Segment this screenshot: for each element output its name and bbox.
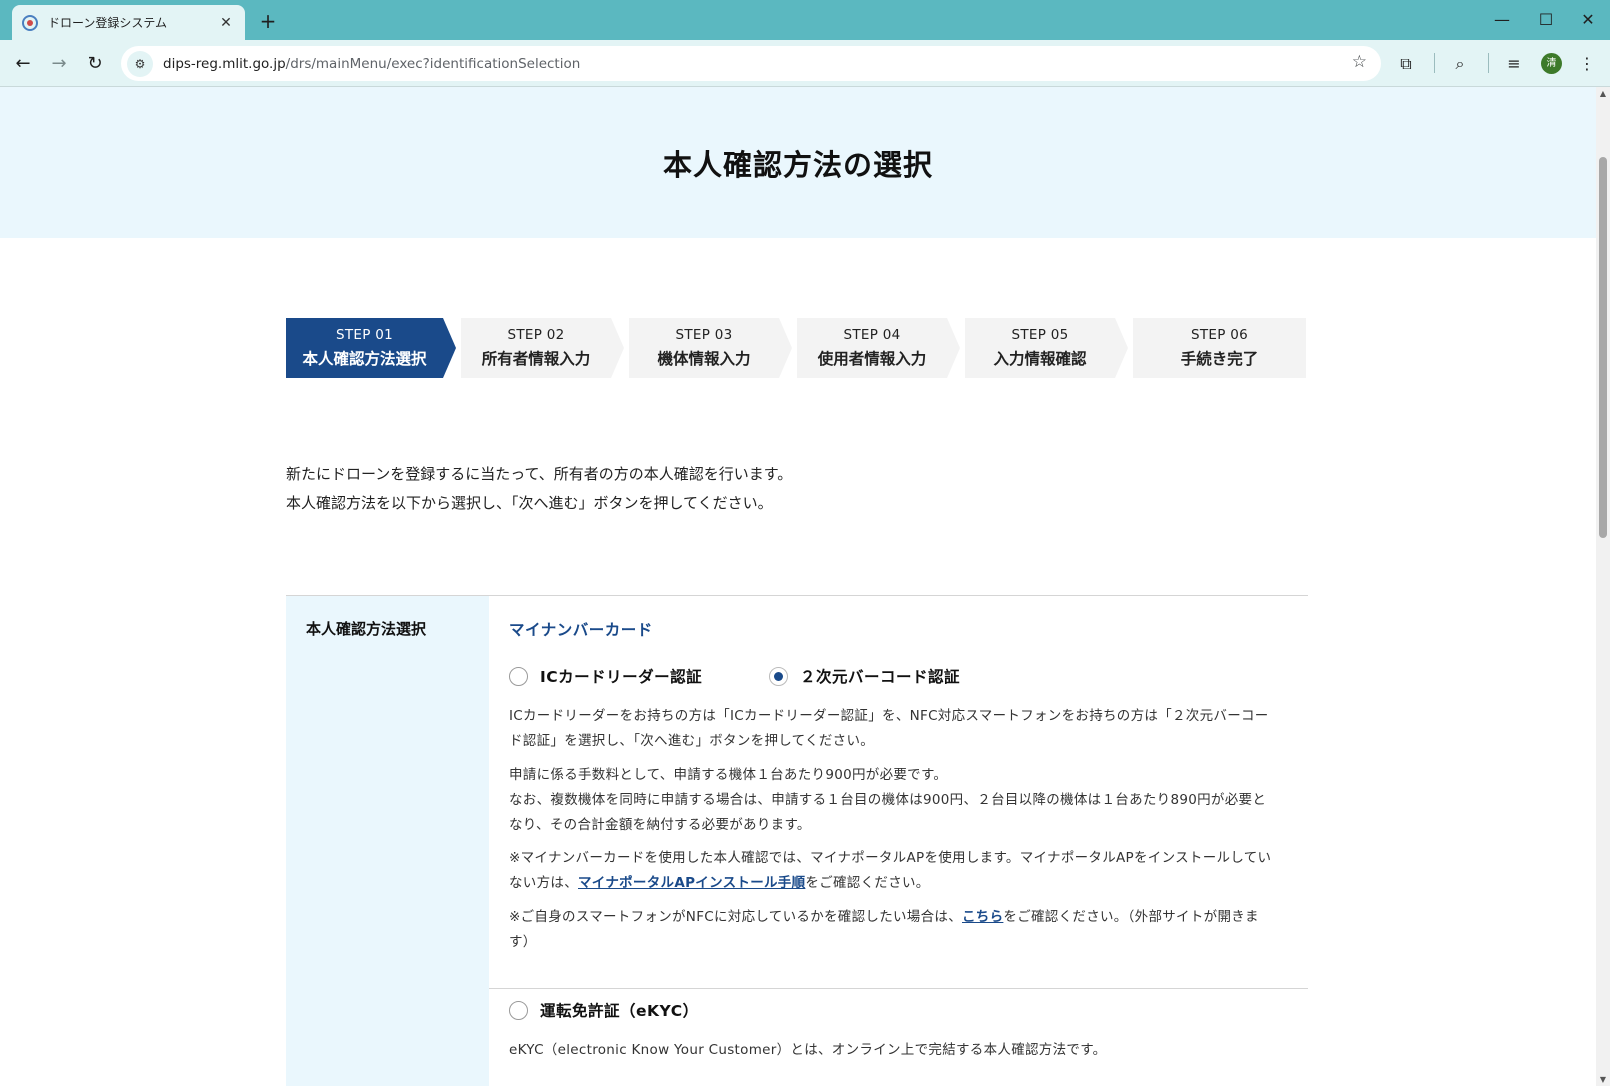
site-favicon-icon [22, 14, 38, 31]
step-arrow [443, 318, 456, 378]
step-04: STEP 04 使用者情報入力 [797, 318, 947, 378]
scroll-down-icon[interactable]: ▼ [1598, 1075, 1608, 1084]
step-arrow [1115, 318, 1128, 378]
fee-info: 申請に係る手数料として、申請する機体１台あたり900円が必要です。 なお、複数機… [509, 763, 1279, 838]
window-close-icon[interactable]: ✕ [1566, 6, 1610, 34]
scrollbar-thumb[interactable] [1599, 157, 1607, 538]
step-progress: STEP 01 本人確認方法選択 STEP 02 所有者情報入力 STEP 03… [286, 318, 1306, 378]
step-name: 使用者情報入力 [817, 350, 927, 368]
mynaportal-install-link[interactable]: マイナポータルAPインストール手順 [578, 875, 805, 891]
radio-label[interactable]: 運転免許証（eKYC） [540, 999, 699, 1021]
profile-avatar[interactable]: 清 [1541, 53, 1562, 74]
radio-label[interactable]: ICカードリーダー認証 [540, 665, 702, 687]
media-control-icon[interactable]: ≡ [1501, 52, 1527, 76]
page-title: 本人確認方法の選択 [662, 148, 933, 182]
minimize-icon[interactable]: — [1480, 6, 1524, 34]
step-01: STEP 01 本人確認方法選択 [286, 318, 443, 378]
radio-button[interactable] [509, 1000, 528, 1020]
section-divider [489, 988, 1308, 989]
radio-drivers-license-ekyc[interactable]: 運転免許証（eKYC） [509, 999, 699, 1021]
page-scrollbar[interactable]: ▲ ▼ [1596, 87, 1610, 1086]
identification-form: 本人確認方法選択 マイナンバーカード ICカードリーダー認証 ２次元バーコード認… [286, 595, 1308, 1086]
fee-line-1: 申請に係る手数料として、申請する機体１台あたり900円が必要です。 [509, 767, 948, 783]
step-03: STEP 03 機体情報入力 [629, 318, 779, 378]
step-label: STEP 03 [675, 327, 733, 343]
step-05: STEP 05 入力情報確認 [965, 318, 1115, 378]
form-side-column: 本人確認方法選択 [286, 596, 489, 1086]
browser-tab-bar: ドローン登録システム ✕ + — ☐ ✕ [0, 0, 1610, 40]
step-label: STEP 06 [1190, 327, 1249, 343]
url-host: dips-reg.mlit.go.jp [163, 55, 286, 72]
step-name: 入力情報確認 [993, 350, 1087, 368]
radio-label[interactable]: ２次元バーコード認証 [800, 665, 960, 687]
url-text[interactable]: dips-reg.mlit.go.jp/drs/mainMenu/exec?id… [163, 56, 580, 72]
step-name: 手続き完了 [1180, 350, 1259, 368]
url-path: /drs/mainMenu/exec?identificationSelecti… [285, 55, 581, 72]
intro-line-1: 新たにドローンを登録するに当たって、所有者の方の本人確認を行います。 [286, 465, 793, 483]
tab-close-icon[interactable]: ✕ [217, 15, 235, 31]
step-arrow [947, 318, 960, 378]
radio-button[interactable] [509, 666, 528, 686]
search-tab-icon[interactable]: ⌕ [1447, 52, 1473, 76]
intro-text: 新たにドローンを登録するに当たって、所有者の方の本人確認を行います。 本人確認方… [286, 460, 792, 518]
mynumber-instructions: ICカードリーダーをお持ちの方は「ICカードリーダー認証」を、NFC対応スマート… [509, 708, 1269, 749]
page-header: 本人確認方法の選択 [0, 87, 1596, 238]
ekyc-description: eKYC（electronic Know Your Customer）とは、オン… [509, 1042, 1107, 1058]
mynaportal-note-end: をご確認ください。 [805, 875, 930, 891]
fee-line-2: なお、複数機体を同時に申請する場合は、申請する１台目の機体は900円、２台目以降… [509, 792, 1267, 833]
form-main-column: マイナンバーカード ICカードリーダー認証 ２次元バーコード認証 ICカードリー… [489, 596, 1308, 1086]
radio-ic-card-reader[interactable]: ICカードリーダー認証 [509, 665, 702, 687]
nfc-note-text: ※ご自身のスマートフォンがNFCに対応しているかを確認したい場合は、 [509, 909, 962, 925]
nfc-note: ※ご自身のスマートフォンがNFCに対応しているかを確認したい場合は、こちらをご確… [509, 905, 1279, 955]
address-bar[interactable]: ⚙ dips-reg.mlit.go.jp/drs/mainMenu/exec?… [121, 46, 1381, 81]
extensions-icon[interactable]: ⧉ [1393, 52, 1419, 76]
intro-line-2: 本人確認方法を以下から選択し、「次へ進む」ボタンを押してください。 [286, 494, 773, 512]
step-06: STEP 06 手続き完了 [1133, 318, 1306, 378]
step-label: STEP 04 [843, 327, 901, 343]
tab-title: ドローン登録システム [48, 16, 168, 30]
scroll-up-icon[interactable]: ▲ [1598, 89, 1608, 98]
page-viewport: 本人確認方法の選択 STEP 01 本人確認方法選択 STEP 02 所有者情報… [0, 87, 1596, 1086]
maximize-icon[interactable]: ☐ [1524, 6, 1568, 34]
radio-button-checked[interactable] [769, 666, 788, 686]
mynaportal-note: ※マイナンバーカードを使用した本人確認では、マイナポータルAPを使用します。マイ… [509, 846, 1279, 896]
mynumber-section-title: マイナンバーカード [509, 621, 653, 639]
step-label: STEP 05 [1011, 327, 1069, 343]
nfc-check-link[interactable]: こちら [962, 909, 1003, 925]
browser-toolbar: ← → ↻ ⚙ dips-reg.mlit.go.jp/drs/mainMenu… [0, 40, 1610, 87]
step-name: 本人確認方法選択 [302, 350, 427, 368]
step-label: STEP 01 [335, 327, 394, 343]
toolbar-separator [1488, 53, 1489, 73]
browser-tab[interactable]: ドローン登録システム ✕ [12, 5, 245, 40]
bookmark-star-icon[interactable]: ☆ [1352, 52, 1367, 72]
toolbar-separator [1434, 53, 1435, 73]
new-tab-button[interactable]: + [255, 8, 281, 34]
site-info-icon[interactable]: ⚙ [127, 50, 153, 77]
forward-icon[interactable]: → [44, 49, 74, 79]
step-name: 所有者情報入力 [481, 350, 591, 368]
menu-icon[interactable]: ⋮ [1574, 52, 1600, 76]
reload-icon[interactable]: ↻ [80, 49, 110, 79]
step-label: STEP 02 [507, 327, 565, 343]
step-02: STEP 02 所有者情報入力 [461, 318, 611, 378]
step-arrow [611, 318, 624, 378]
back-icon[interactable]: ← [8, 49, 38, 79]
step-name: 機体情報入力 [657, 350, 751, 368]
form-field-label: 本人確認方法選択 [306, 620, 427, 638]
step-arrow [779, 318, 792, 378]
radio-2d-barcode[interactable]: ２次元バーコード認証 [769, 665, 960, 687]
